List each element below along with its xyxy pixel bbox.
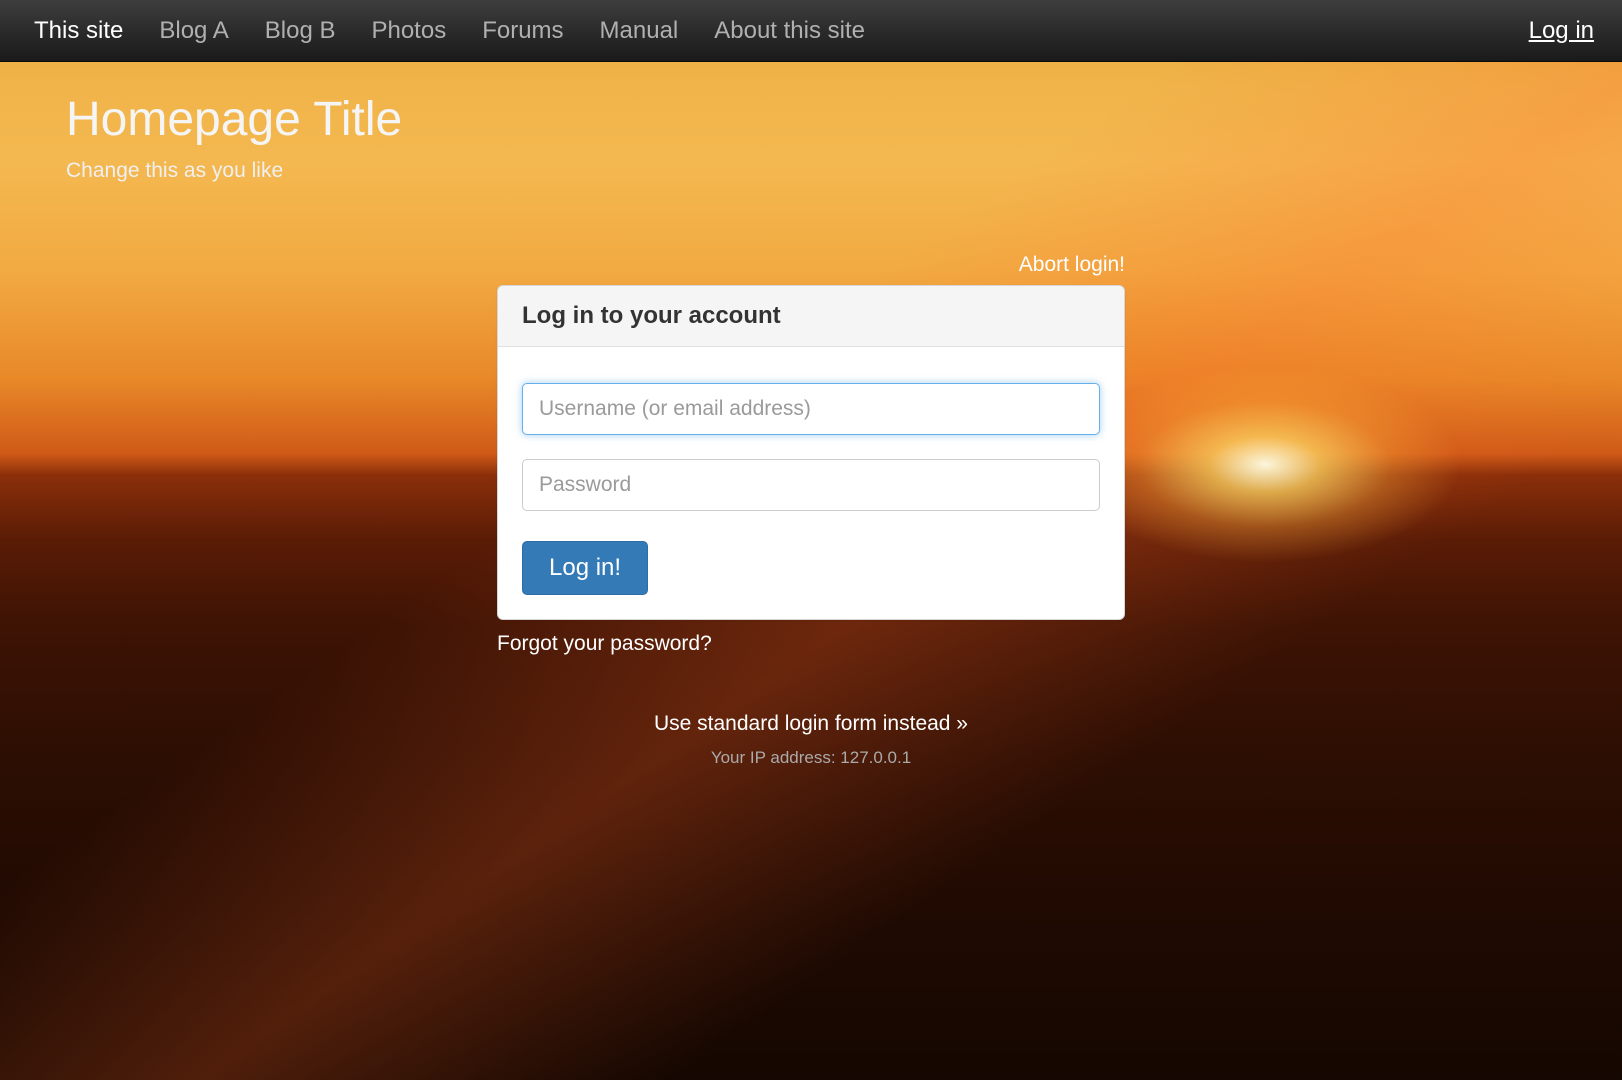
nav-item-blog-a[interactable]: Blog A xyxy=(141,17,246,45)
password-input[interactable] xyxy=(522,459,1100,511)
hero-section: Homepage Title Change this as you like xyxy=(0,62,1622,183)
login-button[interactable]: Log in! xyxy=(522,541,648,595)
abort-row: Abort login! xyxy=(497,253,1125,277)
login-panel-body: Log in! xyxy=(498,347,1124,619)
nav-login-link[interactable]: Log in xyxy=(1517,17,1606,44)
username-input[interactable] xyxy=(522,383,1100,435)
nav-item-manual[interactable]: Manual xyxy=(582,17,697,45)
ip-address-line: Your IP address: 127.0.0.1 xyxy=(497,748,1125,768)
page-subtitle: Change this as you like xyxy=(66,159,1622,183)
nav-item-blog-b[interactable]: Blog B xyxy=(247,17,354,45)
forgot-password-link[interactable]: Forgot your password? xyxy=(497,632,712,655)
nav-item-forums[interactable]: Forums xyxy=(464,17,581,45)
nav-right: Log in xyxy=(1517,17,1606,45)
login-panel-header: Log in to your account xyxy=(498,286,1124,347)
nav-item-this-site[interactable]: This site xyxy=(16,17,141,45)
login-panel: Log in to your account Log in! xyxy=(497,285,1125,620)
abort-login-link[interactable]: Abort login! xyxy=(1019,253,1125,276)
standard-login-link[interactable]: Use standard login form instead » xyxy=(654,712,968,735)
top-navbar: This site Blog A Blog B Photos Forums Ma… xyxy=(0,0,1622,62)
nav-item-photos[interactable]: Photos xyxy=(353,17,464,45)
login-container: Abort login! Log in to your account Log … xyxy=(497,253,1125,768)
alt-login-row: Use standard login form instead » xyxy=(497,712,1125,736)
page-title: Homepage Title xyxy=(66,92,1622,147)
nav-item-about[interactable]: About this site xyxy=(696,17,883,45)
nav-left: This site Blog A Blog B Photos Forums Ma… xyxy=(16,17,883,45)
login-panel-title: Log in to your account xyxy=(522,302,1100,330)
forgot-row: Forgot your password? xyxy=(497,632,1125,656)
